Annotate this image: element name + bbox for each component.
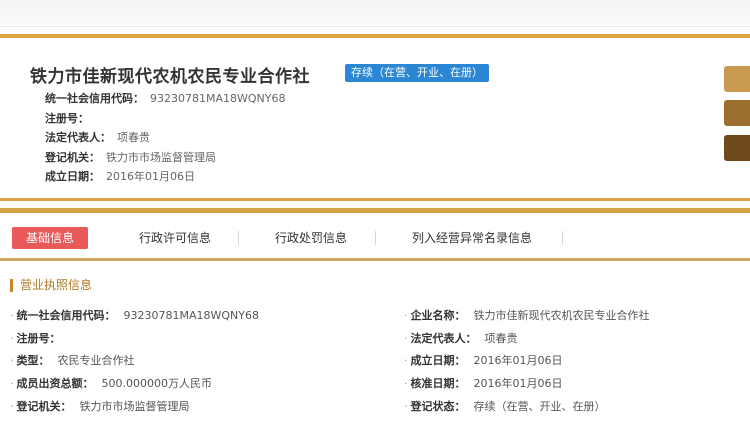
bullet: · [404, 354, 408, 367]
detail-row: · 成立日期： 2016年01月06日 [404, 352, 563, 368]
detail-value: 项春贵 [484, 332, 518, 345]
detail-label: 类型： [16, 354, 50, 367]
header-row-reg-no: 注册号： [45, 110, 95, 126]
header-value: 铁力市市场监督管理局 [106, 151, 216, 164]
detail-label: 登记状态： [410, 400, 466, 413]
detail-row: · 登记状态： 存续（在营、开业、在册） [404, 398, 606, 414]
tab-basic-info[interactable]: 基础信息 [12, 227, 88, 249]
detail-value: 存续（在营、开业、在册） [473, 400, 606, 413]
tab-separator [562, 231, 563, 245]
detail-value: 2016年01月06日 [473, 354, 563, 367]
detail-value: 93230781MA18WQNY68 [123, 309, 259, 322]
bullet: · [10, 400, 14, 413]
detail-label: 登记机关： [16, 400, 72, 413]
side-action-button[interactable] [724, 66, 750, 92]
header-row-legal-rep: 法定代表人： 项春贵 [45, 129, 150, 145]
tab-abnormal-list[interactable]: 列入经营异常名录信息 [402, 227, 542, 249]
detail-row: · 类型： 农民专业合作社 [10, 352, 135, 368]
detail-row: · 统一社会信用代码： 93230781MA18WQNY68 [10, 307, 259, 323]
detail-label: 成立日期： [410, 354, 466, 367]
detail-value: 农民专业合作社 [57, 354, 135, 367]
detail-label: 统一社会信用代码： [16, 309, 116, 322]
header-row-credit-code: 统一社会信用代码： 93230781MA18WQNY68 [45, 90, 285, 106]
header-label: 法定代表人： [45, 131, 111, 144]
header-label: 登记机关： [45, 151, 100, 164]
side-action-button[interactable] [724, 100, 750, 126]
bullet: · [404, 400, 408, 413]
header-value: 项春贵 [117, 131, 150, 144]
detail-row: · 企业名称： 铁力市佳新现代农机农民专业合作社 [404, 307, 650, 323]
detail-value: 500.000000万人民币 [101, 377, 212, 390]
detail-label: 法定代表人： [410, 332, 477, 345]
bullet: · [10, 332, 14, 345]
header-value: 2016年01月06日 [106, 170, 195, 183]
bullet: · [404, 332, 408, 345]
detail-value: 2016年01月06日 [473, 377, 563, 390]
status-badge: 存续（在营、开业、在册） [345, 64, 489, 82]
header-label: 注册号： [45, 112, 89, 125]
company-header: 铁力市佳新现代农机农民专业合作社 存续（在营、开业、在册） 统一社会信用代码： 9… [0, 38, 750, 198]
bullet: · [10, 377, 14, 390]
bullet: · [10, 309, 14, 322]
bullet: · [404, 309, 408, 322]
detail-row: · 注册号： [10, 330, 69, 346]
tab-separator [375, 231, 376, 245]
tab-admin-penalty[interactable]: 行政处罚信息 [266, 227, 356, 249]
gold-divider [0, 198, 750, 201]
tab-separator [238, 231, 239, 245]
detail-row: · 成员出资总额： 500.000000万人民币 [10, 375, 212, 391]
detail-value: 铁力市市场监督管理局 [79, 400, 190, 413]
header-row-authority: 登记机关： 铁力市市场监督管理局 [45, 149, 216, 165]
detail-row: · 法定代表人： 项春贵 [404, 330, 518, 346]
gold-divider [0, 258, 750, 261]
detail-value: 铁力市佳新现代农机农民专业合作社 [473, 309, 650, 322]
detail-label: 成员出资总额： [16, 377, 94, 390]
info-tabs: 基础信息 行政许可信息 行政处罚信息 列入经营异常名录信息 [0, 213, 750, 258]
header-value: 93230781MA18WQNY68 [150, 92, 286, 105]
header-label: 成立日期： [45, 170, 100, 183]
side-action-button[interactable] [724, 135, 750, 161]
tab-admin-license[interactable]: 行政许可信息 [130, 227, 220, 249]
top-bar [0, 0, 750, 27]
section-title: 营业执照信息 [10, 279, 92, 292]
detail-row: · 登记机关： 铁力市市场监督管理局 [10, 398, 190, 414]
detail-label: 注册号： [16, 332, 61, 345]
header-label: 统一社会信用代码： [45, 92, 144, 105]
company-name: 铁力市佳新现代农机农民专业合作社 [30, 67, 310, 87]
bullet: · [10, 354, 14, 367]
header-row-founded: 成立日期： 2016年01月06日 [45, 168, 195, 184]
detail-label: 企业名称： [410, 309, 466, 322]
detail-label: 核准日期： [410, 377, 466, 390]
detail-row: · 核准日期： 2016年01月06日 [404, 375, 563, 391]
bullet: · [404, 377, 408, 390]
